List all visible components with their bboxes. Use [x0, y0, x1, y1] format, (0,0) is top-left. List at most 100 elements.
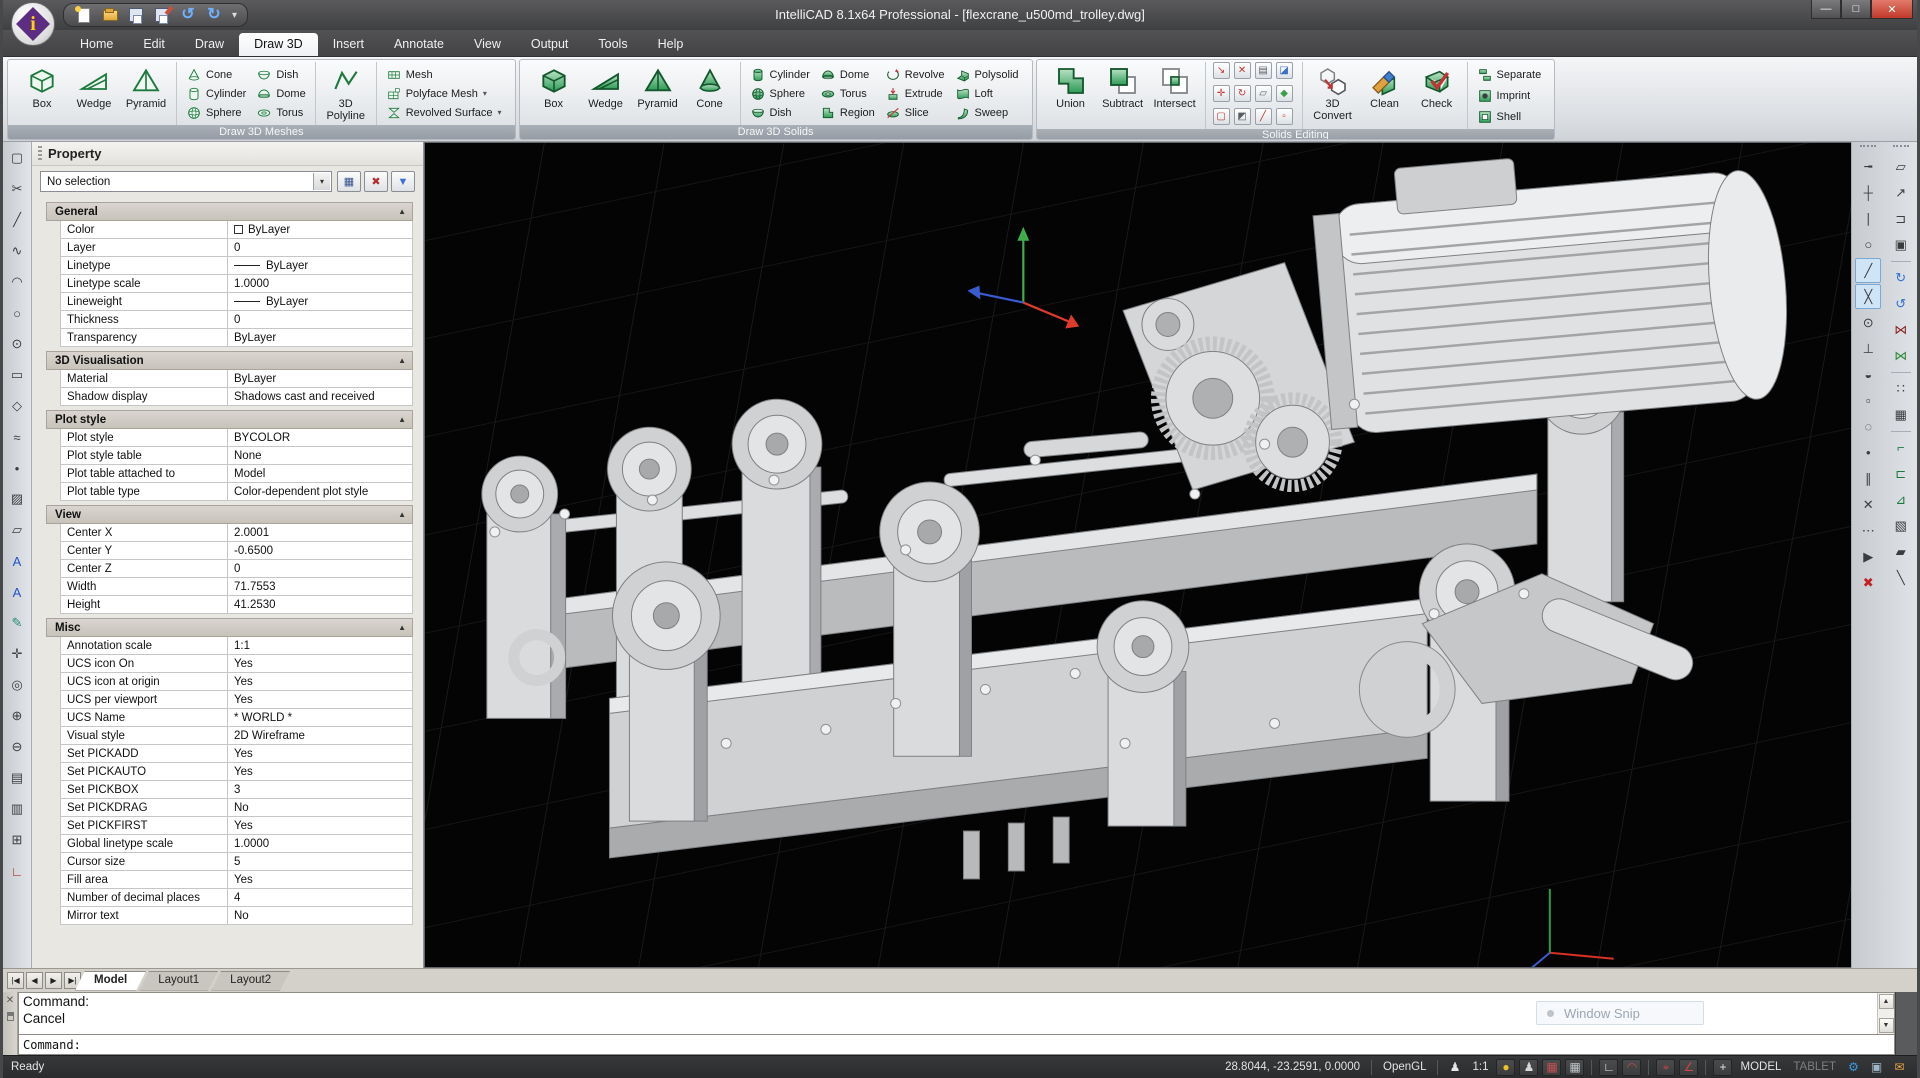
- clean-button[interactable]: Clean: [1359, 62, 1411, 129]
- offset-faces-button[interactable]: ▱: [1255, 85, 1272, 102]
- property-value[interactable]: ByLayer: [228, 370, 413, 388]
- shell-button[interactable]: Shell: [1474, 107, 1545, 126]
- property-value[interactable]: ByLayer: [228, 257, 413, 275]
- select-objects-button[interactable]: ✖: [364, 171, 388, 192]
- section-header-view[interactable]: View▲: [46, 505, 413, 524]
- ellipse-tool-icon[interactable]: ⊙: [5, 332, 29, 356]
- pan-tool-icon[interactable]: ✛: [5, 642, 29, 666]
- box-button[interactable]: Box: [528, 62, 580, 125]
- tab-layout1[interactable]: Layout1: [139, 971, 218, 991]
- wedge-button[interactable]: Wedge: [68, 62, 120, 125]
- section-header-misc[interactable]: Misc▲: [46, 618, 413, 637]
- imprint-edges-button[interactable]: ╱: [1255, 108, 1272, 125]
- rectangle-tool-icon[interactable]: ▭: [5, 363, 29, 387]
- quick-select-button[interactable]: ▦: [337, 171, 361, 192]
- copy-faces-button[interactable]: ▤: [1255, 62, 1272, 79]
- property-value[interactable]: Model: [228, 465, 413, 483]
- property-value[interactable]: 2.0001: [228, 524, 413, 542]
- cylinder-button[interactable]: Cylinder: [183, 84, 249, 103]
- point-tool-icon[interactable]: •: [5, 456, 29, 480]
- section-plane-tool-icon[interactable]: ▰: [1888, 539, 1914, 564]
- space-toggle[interactable]: MODEL: [1736, 1061, 1785, 1073]
- offset-face-tool-icon[interactable]: ⊏: [1888, 461, 1914, 486]
- line-tool-icon[interactable]: ╱: [5, 208, 29, 232]
- esnap-toggle-icon[interactable]: ⌖: [1656, 1059, 1675, 1076]
- insert-block-tool-icon[interactable]: ⊞: [5, 828, 29, 852]
- first-tab-button[interactable]: |◀: [7, 972, 24, 989]
- section-header-plot-style[interactable]: Plot style▲: [46, 410, 413, 429]
- tab-model[interactable]: Model: [75, 971, 146, 991]
- cone-button[interactable]: Cone: [684, 62, 736, 125]
- sphere-button[interactable]: Sphere: [747, 84, 813, 103]
- snap-apparent-intersection-icon[interactable]: ╳: [1855, 284, 1881, 309]
- property-value[interactable]: 3: [228, 781, 413, 799]
- command-history[interactable]: Command:Cancel: [19, 993, 1894, 1034]
- model-viewport[interactable]: [424, 142, 1851, 968]
- section-header-general[interactable]: General▲: [46, 202, 413, 221]
- pin-icon[interactable]: [7, 1012, 14, 1021]
- snap-toggle-icon[interactable]: ▦: [1542, 1059, 1561, 1076]
- property-value[interactable]: Yes: [228, 691, 413, 709]
- property-value[interactable]: No: [228, 799, 413, 817]
- extrude-button[interactable]: Extrude: [882, 84, 948, 103]
- union-button[interactable]: Union: [1045, 62, 1097, 129]
- move-faces-button[interactable]: ✛: [1213, 85, 1230, 102]
- property-value[interactable]: ByLayer: [228, 293, 413, 311]
- cylinder-button[interactable]: Cylinder: [747, 65, 813, 84]
- property-value[interactable]: 1:1: [228, 637, 413, 655]
- revolved-surface-button[interactable]: Revolved Surface▾: [383, 103, 505, 122]
- check-button[interactable]: Check: [1411, 62, 1463, 129]
- color-edges-button[interactable]: ◩: [1234, 108, 1251, 125]
- workspaces-icon[interactable]: ▣: [1867, 1059, 1886, 1076]
- command-scrollbar[interactable]: ▲ ▼: [1877, 993, 1894, 1034]
- snap-from-icon[interactable]: •: [1855, 440, 1881, 465]
- chevron-down-icon[interactable]: ▾: [483, 89, 487, 98]
- property-value[interactable]: Yes: [228, 817, 413, 835]
- zoom-out-tool-icon[interactable]: ⊖: [5, 735, 29, 759]
- menu-tab-output[interactable]: Output: [516, 33, 584, 56]
- snap-quadrant-icon[interactable]: ○: [1855, 232, 1881, 257]
- command-input[interactable]: Command:: [19, 1034, 1894, 1054]
- copy-tool-icon[interactable]: ▱: [1888, 154, 1914, 179]
- menu-tab-edit[interactable]: Edit: [128, 33, 180, 56]
- polyface-mesh-button[interactable]: Polyface Mesh▾: [383, 84, 505, 103]
- chevron-down-icon[interactable]: ▾: [313, 173, 330, 190]
- rotate-faces-button[interactable]: ↻: [1234, 85, 1251, 102]
- snap-none-icon[interactable]: ✖: [1855, 570, 1881, 595]
- zoom-in-tool-icon[interactable]: ⊕: [5, 704, 29, 728]
- offset-tool-icon[interactable]: ⊐: [1888, 206, 1914, 231]
- property-value[interactable]: 1.0000: [228, 835, 413, 853]
- app-logo-icon[interactable]: i: [11, 2, 55, 46]
- dome-button[interactable]: Dome: [253, 84, 308, 103]
- torus-button[interactable]: Torus: [817, 84, 878, 103]
- section-header-3d-visualisation[interactable]: 3D Visualisation▲: [46, 351, 413, 370]
- menu-tab-insert[interactable]: Insert: [318, 33, 379, 56]
- new-file-icon[interactable]: [74, 6, 94, 24]
- arc-tool-icon[interactable]: ◠: [5, 270, 29, 294]
- collapse-icon[interactable]: ▲: [398, 415, 406, 424]
- snap-perpendicular-icon[interactable]: ⊥: [1855, 336, 1881, 361]
- ucs-tool-icon[interactable]: ∟: [5, 859, 29, 883]
- mirror-3d-tool-icon[interactable]: ⋈: [1888, 343, 1914, 368]
- snap-extension-icon[interactable]: ⋯: [1855, 518, 1881, 543]
- close-icon[interactable]: ✕: [6, 995, 14, 1006]
- property-value[interactable]: 5: [228, 853, 413, 871]
- toolbar-overflow-icon[interactable]: ▾: [232, 10, 237, 21]
- redo-icon[interactable]: ↻: [204, 6, 224, 24]
- snap-parallel-icon[interactable]: ∥: [1855, 466, 1881, 491]
- undo-icon[interactable]: ↺: [178, 6, 198, 24]
- box-button[interactable]: Box: [16, 62, 68, 125]
- move-tool-icon[interactable]: ↗: [1888, 180, 1914, 205]
- snap-midpoint-icon[interactable]: ┼: [1855, 180, 1881, 205]
- property-value[interactable]: No: [228, 907, 413, 925]
- sphere-button[interactable]: Sphere: [183, 103, 249, 122]
- 3d-orbit-tool-icon[interactable]: ▧: [1888, 513, 1914, 538]
- property-value[interactable]: 41.2530: [228, 596, 413, 614]
- polar-toggle-icon[interactable]: ◠: [1622, 1059, 1641, 1076]
- dome-button[interactable]: Dome: [817, 65, 878, 84]
- property-value[interactable]: Yes: [228, 745, 413, 763]
- chevron-down-icon[interactable]: ▾: [498, 108, 502, 117]
- etrack-toggle-icon[interactable]: ∠: [1679, 1059, 1698, 1076]
- property-value[interactable]: ByLayer: [228, 221, 413, 239]
- snap-quick-icon[interactable]: ▶: [1855, 544, 1881, 569]
